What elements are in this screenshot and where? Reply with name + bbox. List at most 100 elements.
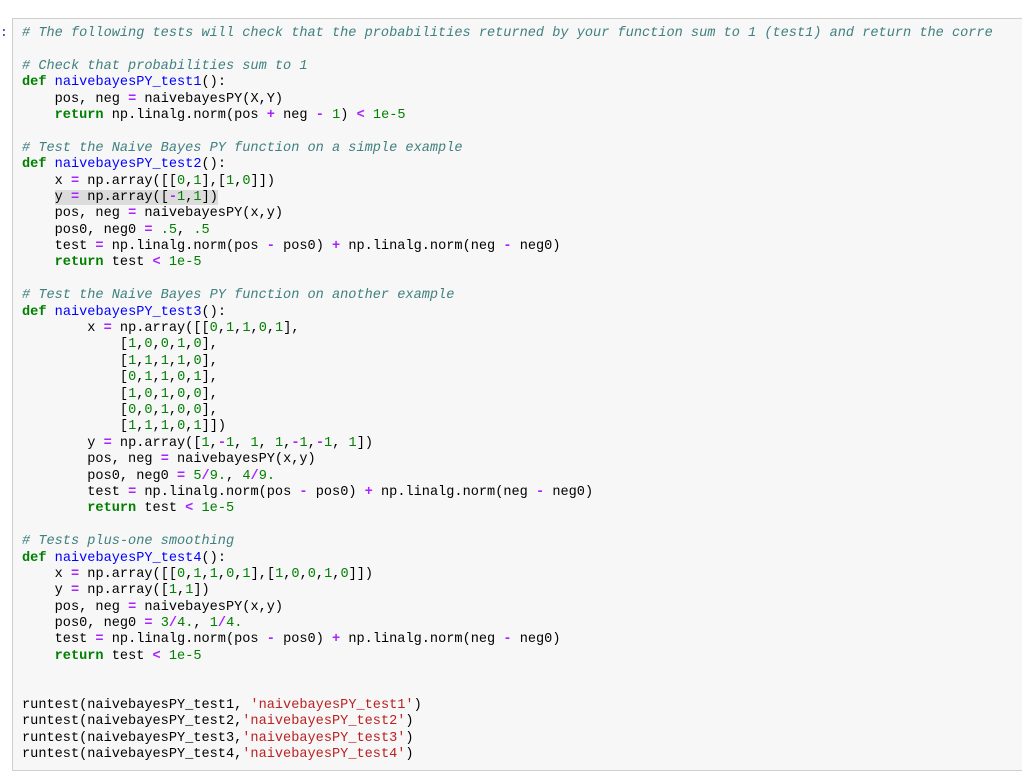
code-text: , <box>152 370 161 386</box>
code-comment: # Test the Naive Bayes PY function on a … <box>22 140 463 156</box>
code-text: test <box>22 239 96 255</box>
code-line[interactable]: return np.linalg.norm(pos + neg - 1) < 1… <box>22 108 993 124</box>
code-operator: - <box>299 484 308 500</box>
code-number: 1 <box>193 370 202 386</box>
code-line[interactable]: x = np.array([[0,1],[1,0]]) <box>22 174 993 190</box>
code-line[interactable]: pos0, neg0 = 5/9., 4/9. <box>22 469 993 485</box>
code-line[interactable] <box>22 665 993 681</box>
code-line[interactable]: pos0, neg0 = .5, .5 <box>22 223 993 239</box>
code-line[interactable]: def naivebayesPY_test4(): <box>22 551 993 567</box>
selected-code-highlight[interactable]: y = np.array([-1,1]) <box>54 189 218 205</box>
code-keyword: return <box>54 107 104 123</box>
code-number: 0 <box>193 386 202 402</box>
code-line[interactable]: runtest(naivebayesPY_test1, 'naivebayesP… <box>22 698 993 714</box>
code-operator: = <box>103 321 112 337</box>
code-text: (): <box>201 304 226 320</box>
code-line[interactable]: [1,0,0,1,0], <box>22 337 993 353</box>
code-text: test <box>22 632 96 648</box>
code-line[interactable]: test = np.linalg.norm(pos - pos0) + np.l… <box>22 239 993 255</box>
code-text: naivebayesPY(X,Y) <box>136 91 284 107</box>
code-line[interactable]: return test < 1e-5 <box>22 649 993 665</box>
code-line[interactable]: x = np.array([[0,1,1,0,1], <box>22 321 993 337</box>
code-line[interactable]: test = np.linalg.norm(pos - pos0) + np.l… <box>22 485 993 501</box>
code-text: np.linalg.norm(neg <box>372 484 536 500</box>
code-line[interactable]: def naivebayesPY_test1(): <box>22 75 993 91</box>
code-line[interactable]: y = np.array([1,-1, 1, 1,-1,-1, 1]) <box>22 436 993 452</box>
code-line[interactable] <box>22 124 993 140</box>
code-text: np.array([[ <box>79 173 178 189</box>
code-text: pos0) <box>307 484 365 500</box>
code-text: , <box>152 402 161 418</box>
code-operator: - <box>217 435 226 451</box>
code-line[interactable] <box>22 42 993 58</box>
code-line[interactable]: y = np.array([-1,1]) <box>22 189 993 206</box>
code-operator: = <box>95 632 104 648</box>
code-line[interactable]: # Test the Naive Bayes PY function on a … <box>22 141 993 157</box>
code-keyword: return <box>87 501 137 517</box>
code-editor[interactable]: # The following tests will check that th… <box>22 26 993 764</box>
code-text: x <box>22 321 104 337</box>
code-number: 0 <box>193 337 202 353</box>
code-line[interactable]: runtest(naivebayesPY_test2,'naivebayesPY… <box>22 714 993 730</box>
code-operator: - <box>291 435 300 451</box>
code-line[interactable]: # Test the Naive Bayes PY function on an… <box>22 288 993 304</box>
code-number: 0 <box>144 402 153 418</box>
code-number: 1 <box>160 353 169 369</box>
code-number: 0 <box>193 353 202 369</box>
code-line[interactable]: pos0, neg0 = 3/4., 1/4. <box>22 616 993 632</box>
code-line[interactable]: y = np.array([1,1]) <box>22 583 993 599</box>
code-line[interactable]: return test < 1e-5 <box>22 501 993 517</box>
code-text: np.array([ <box>79 189 169 205</box>
code-number: 1 <box>209 566 218 582</box>
code-text: np.array([ <box>79 583 169 599</box>
code-number: 1 <box>177 189 186 205</box>
code-line[interactable]: x = np.array([[0,1,1,0,1],[1,0,0,1,0]]) <box>22 567 993 583</box>
code-text: np.linalg.norm(pos <box>103 107 267 123</box>
code-line[interactable]: runtest(naivebayesPY_test4,'naivebayesPY… <box>22 747 993 763</box>
code-line[interactable] <box>22 272 993 288</box>
code-number: 0 <box>340 566 349 582</box>
code-text: [ <box>22 419 129 435</box>
code-line[interactable] <box>22 682 993 698</box>
code-line[interactable]: def naivebayesPY_test2(): <box>22 157 993 173</box>
code-line[interactable]: [1,1,1,1,0], <box>22 354 993 370</box>
code-operator: = <box>128 206 137 222</box>
code-line[interactable]: pos, neg = naivebayesPY(x,y) <box>22 206 993 222</box>
code-line[interactable]: pos, neg = naivebayesPY(X,Y) <box>22 92 993 108</box>
code-number: 1 <box>128 386 137 402</box>
code-line[interactable]: [0,1,1,0,1], <box>22 370 993 386</box>
code-operator: - <box>503 632 512 648</box>
code-text: , <box>226 468 243 484</box>
code-line[interactable]: def naivebayesPY_test3(): <box>22 305 993 321</box>
code-text: naivebayesPY(x,y) <box>136 599 284 615</box>
code-line[interactable]: # Tests plus-one smoothing <box>22 534 993 550</box>
code-number: 1 <box>226 435 235 451</box>
code-text: , <box>152 337 161 353</box>
code-text: , <box>217 321 226 337</box>
code-line[interactable]: runtest(naivebayesPY_test3,'naivebayesPY… <box>22 731 993 747</box>
code-line[interactable]: # The following tests will check that th… <box>22 26 993 42</box>
code-line[interactable]: [0,0,1,0,0], <box>22 403 993 419</box>
code-line[interactable] <box>22 518 993 534</box>
code-number: 4. <box>226 616 243 632</box>
code-text: (): <box>201 157 226 173</box>
code-text: ], <box>201 402 218 418</box>
code-cell[interactable]: # The following tests will check that th… <box>12 18 1022 771</box>
code-line[interactable]: test = np.linalg.norm(pos - pos0) + np.l… <box>22 632 993 648</box>
code-line[interactable]: return test < 1e-5 <box>22 255 993 271</box>
code-line[interactable]: pos, neg = naivebayesPY(x,y) <box>22 452 993 468</box>
code-comment: # The following tests will check that th… <box>22 26 993 41</box>
code-line[interactable]: pos, neg = naivebayesPY(x,y) <box>22 600 993 616</box>
code-text: ]) <box>193 583 210 599</box>
code-text: ) <box>405 730 414 746</box>
code-number: 1 <box>242 566 251 582</box>
code-line[interactable]: [1,0,1,0,0], <box>22 387 993 403</box>
code-line[interactable]: # Check that probabilities sum to 1 <box>22 59 993 75</box>
code-line[interactable]: [1,1,1,0,1]]) <box>22 419 993 435</box>
code-text: , <box>177 583 186 599</box>
code-number: 0 <box>209 321 218 337</box>
code-operator: / <box>250 468 259 484</box>
